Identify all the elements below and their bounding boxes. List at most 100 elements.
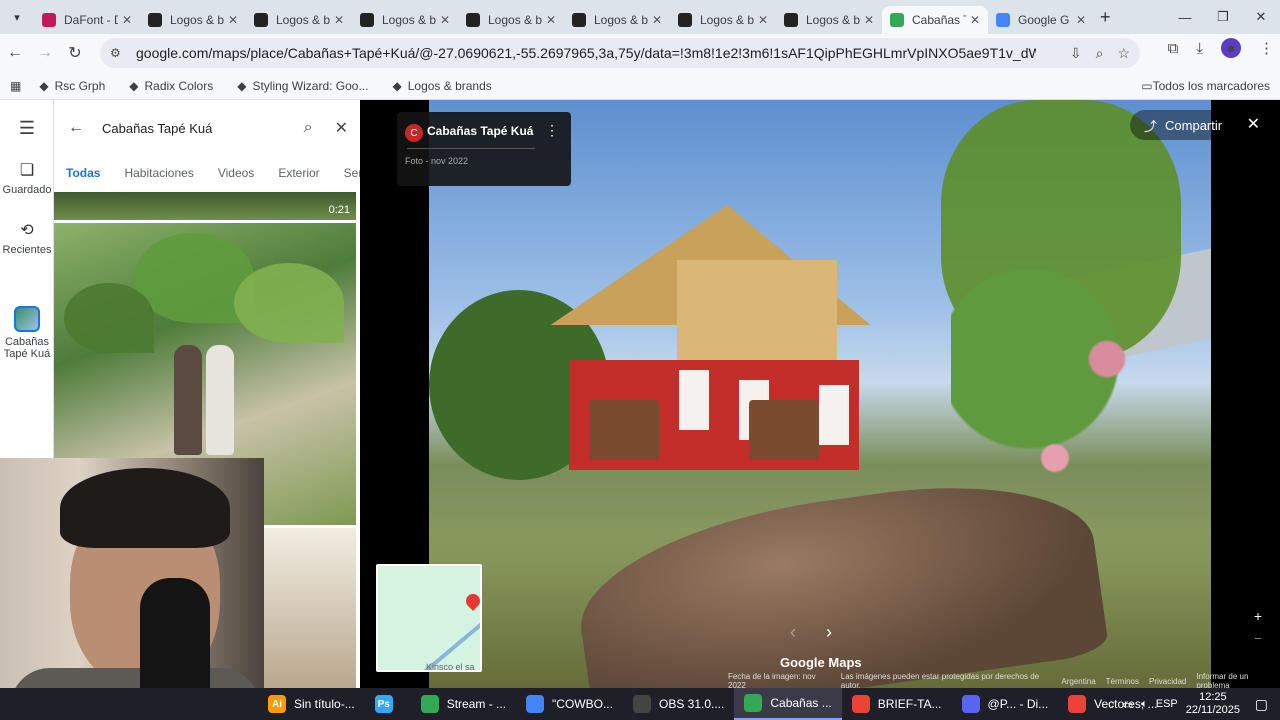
reload-button[interactable]: ↻ bbox=[60, 38, 90, 68]
close-tab-icon[interactable]: ✕ bbox=[440, 13, 450, 27]
bookmark-item[interactable]: ◆ Logos & brands bbox=[392, 79, 491, 93]
taskbar-app[interactable]: Stream - ... bbox=[411, 688, 516, 720]
photo-tab[interactable]: Exterior bbox=[266, 162, 331, 192]
close-viewer-icon[interactable]: ✕ bbox=[1247, 114, 1260, 134]
footer-item: Argentina bbox=[1061, 676, 1096, 686]
rail-place[interactable]: Cabañas Tapé Kuá bbox=[0, 306, 54, 360]
browser-tab[interactable]: Google G ✕ bbox=[988, 6, 1094, 34]
menu-dots-icon[interactable]: ⋮ bbox=[1259, 39, 1274, 57]
browser-tab[interactable]: Logos & b ✕ bbox=[670, 6, 776, 34]
close-window-button[interactable]: ✕ bbox=[1242, 0, 1280, 34]
rail-recent[interactable]: ⟲ Recientes bbox=[0, 220, 54, 256]
browser-tab[interactable]: Logos & b ✕ bbox=[352, 6, 458, 34]
close-tab-icon[interactable]: ✕ bbox=[1076, 13, 1086, 27]
folder-icon: ▭ bbox=[1141, 78, 1153, 93]
browser-tab[interactable]: Logos & b ✕ bbox=[564, 6, 670, 34]
taskbar-app[interactable]: @P... - Di... bbox=[952, 688, 1059, 720]
bookmark-star-icon[interactable]: ☆ bbox=[1117, 45, 1130, 62]
footer-item[interactable]: Términos bbox=[1106, 677, 1139, 686]
back-arrow-icon[interactable]: ← bbox=[68, 119, 84, 137]
rail-place-label: Cabañas Tapé Kuá bbox=[3, 336, 51, 360]
photo-tab[interactable]: Habitaciones bbox=[112, 162, 205, 192]
rail-saved[interactable]: ❏ Guardado bbox=[0, 160, 54, 196]
zoom-in-icon[interactable]: + bbox=[1254, 608, 1262, 624]
share-button[interactable]: ⤴ Compartir bbox=[1130, 110, 1237, 140]
video-thumbnail[interactable]: 0:21 bbox=[54, 192, 356, 220]
browser-tab[interactable]: Logos & b ✕ bbox=[776, 6, 882, 34]
photo-image[interactable] bbox=[429, 100, 1211, 688]
bookmark-icon: ❏ bbox=[19, 162, 35, 179]
tab-title: Logos & b bbox=[488, 13, 542, 27]
taskbar-app-label: Stream - ... bbox=[446, 697, 507, 711]
taskbar-app-label: BRIEF-TA... bbox=[877, 697, 942, 711]
close-tab-icon[interactable]: ✕ bbox=[758, 13, 768, 27]
extensions-icon[interactable]: ⧉ bbox=[1168, 40, 1179, 57]
zoom-icon[interactable]: ⌕ bbox=[1096, 45, 1104, 62]
browser-tab[interactable]: Logos & b ✕ bbox=[458, 6, 564, 34]
bookmark-label: Rsc Grph bbox=[54, 78, 106, 93]
url-text[interactable]: google.com/maps/place/Cabañas+Tapé+Kuá/@… bbox=[136, 45, 1036, 61]
taskbar-app[interactable]: BRIEF-TA... bbox=[842, 688, 952, 720]
clock[interactable]: 12:25 22/11/2025 bbox=[1186, 691, 1240, 717]
minimize-button[interactable]: — bbox=[1166, 0, 1204, 34]
taskbar-app[interactable]: "COWBO... bbox=[516, 688, 623, 720]
more-options-icon[interactable]: ⋮ bbox=[545, 122, 559, 139]
photo-tab[interactable]: Videos bbox=[206, 162, 266, 192]
browser-tab[interactable]: DaFont - D ✕ bbox=[34, 6, 140, 34]
browser-tab[interactable]: Cabañas T ✕ bbox=[882, 6, 988, 34]
search-box[interactable]: ← Cabañas Tapé Kuá ⌕ ✕ bbox=[68, 110, 348, 146]
browser-tab[interactable]: Logos & b ✕ bbox=[140, 6, 246, 34]
search-icon[interactable]: ⌕ bbox=[304, 119, 313, 137]
google-maps-logo: Google Maps bbox=[780, 655, 862, 670]
network-icon[interactable]: ◌ bbox=[1108, 698, 1115, 710]
all-bookmarks[interactable]: ▭ Todos los marcadores bbox=[1141, 79, 1270, 93]
taskbar-app[interactable]: Ps bbox=[365, 688, 411, 720]
download-icon[interactable]: ⤓ bbox=[1196, 40, 1203, 57]
zoom-out-icon[interactable]: − bbox=[1254, 630, 1262, 646]
back-button[interactable]: ← bbox=[0, 38, 30, 68]
shield-icon: ◆ bbox=[392, 78, 402, 93]
language-indicator[interactable]: ESP bbox=[1156, 698, 1178, 710]
previous-photo-icon[interactable]: ‹ bbox=[790, 622, 796, 643]
bookmark-item[interactable]: ◆ Styling Wizard: Goo... bbox=[237, 79, 368, 93]
bookmark-item[interactable]: ◆ Rsc Grph bbox=[39, 79, 105, 93]
taskbar-app[interactable]: Cabañas ... bbox=[734, 688, 842, 720]
browser-tab[interactable]: Logos & b ✕ bbox=[246, 6, 352, 34]
taskbar-app[interactable]: Ai Sin título-... bbox=[258, 688, 365, 720]
tab-search-chevron-icon[interactable]: ▾ bbox=[0, 0, 34, 34]
apps-grid-icon[interactable]: ▦ bbox=[10, 79, 21, 93]
profile-avatar[interactable]: ● bbox=[1221, 38, 1241, 58]
address-bar[interactable]: ⚙ google.com/maps/place/Cabañas+Tapé+Kuá… bbox=[100, 38, 1140, 68]
install-app-icon[interactable]: ⇩ bbox=[1070, 45, 1082, 62]
close-tab-icon[interactable]: ✕ bbox=[334, 13, 344, 27]
photo-thumbnail[interactable] bbox=[264, 528, 356, 688]
app-icon bbox=[961, 695, 980, 713]
close-tab-icon[interactable]: ✕ bbox=[652, 13, 662, 27]
bookmark-item[interactable]: ◆ Radix Colors bbox=[129, 79, 213, 93]
system-tray: ◌ ▭ 🔈︎ ESP 12:25 22/11/2025 bbox=[1108, 688, 1240, 720]
footer-item[interactable]: Privacidad bbox=[1149, 677, 1186, 686]
tab-title: Logos & b bbox=[700, 13, 754, 27]
menu-icon[interactable]: ☰ bbox=[0, 118, 54, 139]
new-tab-button[interactable]: + bbox=[1100, 7, 1111, 28]
close-tab-icon[interactable]: ✕ bbox=[122, 13, 132, 27]
close-tab-icon[interactable]: ✕ bbox=[228, 13, 238, 27]
taskbar-app[interactable]: OBS 31.0.... bbox=[623, 688, 734, 720]
contributor-avatar[interactable]: C bbox=[405, 124, 423, 142]
next-photo-icon[interactable]: › bbox=[826, 622, 832, 643]
volume-icon[interactable]: 🔈︎ bbox=[1141, 698, 1148, 711]
notifications-icon[interactable]: ▢ bbox=[1255, 696, 1268, 713]
forward-button[interactable]: → bbox=[30, 38, 60, 68]
battery-icon[interactable]: ▭ bbox=[1123, 698, 1133, 711]
close-tab-icon[interactable]: ✕ bbox=[546, 13, 556, 27]
close-tab-icon[interactable]: ✕ bbox=[970, 13, 980, 27]
close-icon[interactable]: ✕ bbox=[335, 118, 348, 138]
photo-tab[interactable]: Todas bbox=[54, 162, 112, 196]
close-tab-icon[interactable]: ✕ bbox=[864, 13, 874, 27]
site-info-icon[interactable]: ⚙ bbox=[110, 46, 126, 60]
place-name[interactable]: Cabañas Tapé Kuá bbox=[427, 124, 533, 138]
restore-button[interactable]: ❐ bbox=[1204, 0, 1242, 34]
photo-info-card: C Cabañas Tapé Kuá ⋮ Foto - nov 2022 bbox=[397, 112, 571, 186]
search-input[interactable]: Cabañas Tapé Kuá bbox=[102, 121, 304, 136]
minimap[interactable]: Kinsco el sa bbox=[376, 564, 482, 672]
